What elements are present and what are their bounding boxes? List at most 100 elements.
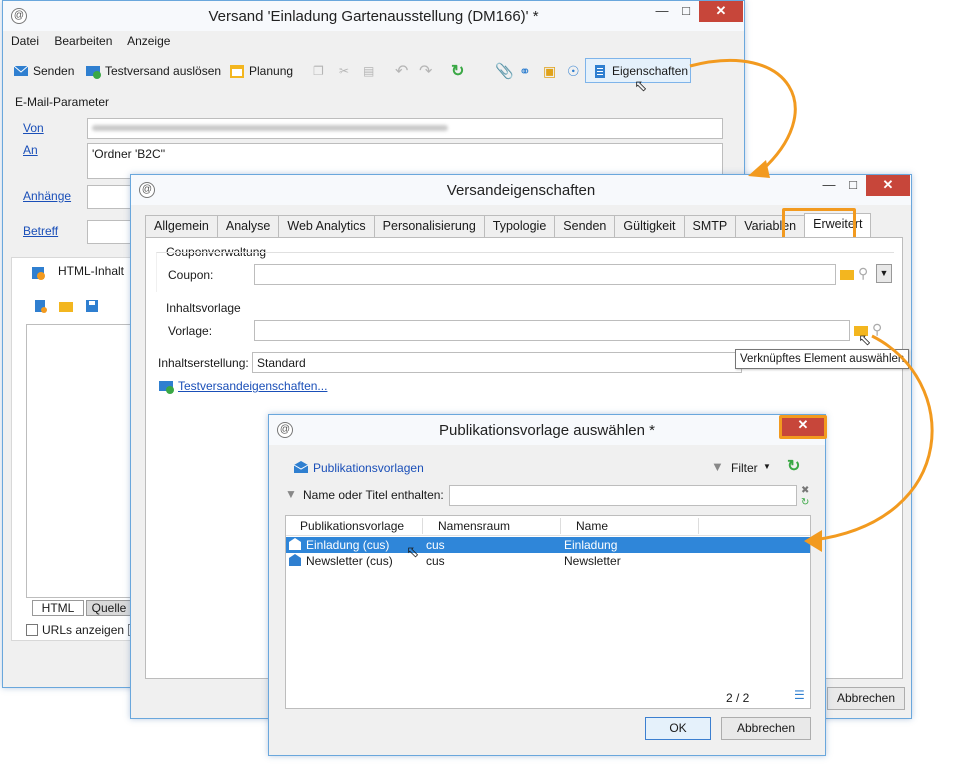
schedule-button[interactable]: Planung bbox=[229, 59, 293, 83]
refresh-icon[interactable]: ↻ bbox=[787, 456, 800, 476]
from-link[interactable]: Von bbox=[23, 121, 44, 135]
to-link[interactable]: An bbox=[23, 143, 38, 157]
tab-analysis[interactable]: Analyse bbox=[216, 215, 280, 237]
content-creation-label: Inhaltserstellung: bbox=[158, 356, 249, 370]
cursor-icon: ⬁ bbox=[406, 544, 420, 561]
refresh-icon[interactable]: ↻ bbox=[451, 59, 464, 83]
gift-icon[interactable]: ▣ bbox=[543, 59, 556, 83]
template-icon bbox=[288, 537, 302, 551]
attachments-link[interactable]: Anhänge bbox=[23, 189, 71, 203]
template-label: Vorlage: bbox=[168, 324, 213, 338]
cut-icon[interactable]: ✂ bbox=[339, 59, 349, 83]
menu-icon[interactable]: ☰ bbox=[794, 688, 805, 702]
menu-edit[interactable]: Bearbeiten bbox=[54, 34, 112, 48]
show-urls-label: URLs anzeigen bbox=[42, 623, 125, 637]
column-name[interactable]: Name bbox=[576, 519, 608, 533]
email-params-heading: E-Mail-Parameter bbox=[15, 95, 110, 109]
subject-link[interactable]: Betreff bbox=[23, 224, 58, 238]
tab-typology[interactable]: Typologie bbox=[483, 215, 556, 237]
cancel-button[interactable]: Abbrechen bbox=[827, 687, 905, 710]
row-name: Newsletter bbox=[564, 554, 621, 568]
tab-general[interactable]: Allgemein bbox=[145, 215, 218, 237]
tab-send[interactable]: Senden bbox=[554, 215, 616, 237]
clear-icon[interactable]: ✖ bbox=[801, 485, 809, 496]
tab-personalization[interactable]: Personalisierung bbox=[373, 215, 485, 237]
clipboard-icon bbox=[592, 63, 608, 79]
maximize-button[interactable]: □ bbox=[673, 1, 699, 22]
menu-file[interactable]: Datei bbox=[11, 34, 39, 48]
test-send-button[interactable]: Testversand auslösen bbox=[85, 59, 221, 83]
menu-view[interactable]: Anzeige bbox=[127, 34, 170, 48]
template-folder-icon bbox=[293, 459, 309, 475]
tracking-icon[interactable]: ☉ bbox=[567, 59, 580, 83]
redo-icon[interactable]: ↷ bbox=[419, 59, 432, 83]
window-title: Publikationsvorlage auswählen * bbox=[439, 422, 655, 439]
tab-html[interactable]: HTML bbox=[32, 600, 84, 616]
template-browser: Publikationsvorlagen ▼ Filter ▼ ↻ ▼ Name… bbox=[279, 453, 815, 713]
search-label: Name oder Titel enthalten: bbox=[303, 488, 444, 502]
copy-icon[interactable]: ❐ bbox=[313, 59, 324, 83]
table-row[interactable]: Einladung (cus) cus Einladung bbox=[286, 537, 810, 553]
template-field[interactable] bbox=[254, 320, 850, 341]
template-icon bbox=[288, 553, 302, 567]
column-namespace[interactable]: Namensraum bbox=[438, 519, 510, 533]
cursor-icon: ⬁ bbox=[858, 332, 872, 349]
filter-icon[interactable]: ▼ bbox=[711, 459, 724, 474]
search-input[interactable] bbox=[449, 485, 797, 506]
html-content-icon bbox=[30, 265, 46, 281]
search-icon[interactable]: ⚲ bbox=[858, 265, 868, 282]
window-title: Versandeigenschaften bbox=[446, 182, 596, 199]
html-content-title: HTML-Inhalt bbox=[58, 264, 125, 278]
pager: 2 / 2 bbox=[726, 691, 750, 705]
html-editor[interactable] bbox=[26, 324, 136, 598]
close-highlight bbox=[779, 415, 827, 439]
test-properties-link[interactable]: Testversandeigenschaften... bbox=[178, 379, 327, 393]
title-bar: @ Publikationsvorlage auswählen * ✕ bbox=[269, 415, 825, 445]
column-template[interactable]: Publikationsvorlage bbox=[300, 519, 404, 533]
coupon-dropdown[interactable]: ▼ bbox=[876, 264, 892, 283]
title-bar: @ Versand 'Einladung Gartenausstellung (… bbox=[3, 1, 744, 31]
content-creation-field[interactable]: Standard bbox=[252, 352, 742, 373]
maximize-button[interactable]: □ bbox=[840, 175, 866, 196]
attachment-icon[interactable]: 📎 bbox=[495, 59, 514, 83]
select-template-window: @ Publikationsvorlage auswählen * ✕ Publ… bbox=[268, 414, 827, 756]
undo-icon[interactable]: ↶ bbox=[395, 59, 408, 83]
property-tabs: Allgemein Analyse Web Analytics Personal… bbox=[145, 213, 872, 237]
filter-button[interactable]: Filter bbox=[731, 461, 758, 475]
new-icon[interactable] bbox=[32, 298, 48, 314]
window-title: Versand 'Einladung Gartenausstellung (DM… bbox=[208, 8, 539, 25]
coupon-field[interactable] bbox=[254, 264, 836, 285]
save-icon[interactable] bbox=[84, 298, 100, 314]
tab-source[interactable]: Quelle bbox=[86, 600, 132, 616]
close-button[interactable]: ✕ bbox=[699, 1, 743, 22]
row-name: Einladung bbox=[564, 538, 618, 552]
chevron-down-icon[interactable]: ▼ bbox=[763, 462, 771, 471]
template-section-title: Inhaltsvorlage bbox=[164, 301, 243, 315]
link-icon[interactable]: ⚭ bbox=[519, 59, 531, 83]
tooltip: Verknüpftes Element auswählen bbox=[735, 349, 910, 369]
folder-icon[interactable] bbox=[840, 268, 854, 280]
tab-smtp[interactable]: SMTP bbox=[683, 215, 737, 237]
from-field[interactable] bbox=[87, 118, 723, 139]
coupon-label: Coupon: bbox=[168, 268, 214, 282]
minimize-button[interactable]: — bbox=[649, 1, 675, 22]
refresh-small-icon[interactable]: ↻ bbox=[801, 497, 809, 508]
folder-name: Publikationsvorlagen bbox=[313, 461, 424, 475]
minimize-button[interactable]: — bbox=[816, 175, 842, 196]
paste-icon[interactable]: ▤ bbox=[363, 59, 374, 83]
template-list: Publikationsvorlage Namensraum Name Einl… bbox=[285, 515, 811, 709]
title-bar: @ Versandeigenschaften — □ ✕ bbox=[131, 175, 911, 205]
close-button[interactable]: ✕ bbox=[866, 175, 910, 196]
row-template: Einladung (cus) bbox=[306, 538, 390, 552]
tab-validity[interactable]: Gültigkeit bbox=[614, 215, 685, 237]
row-namespace: cus bbox=[426, 538, 445, 552]
ok-button[interactable]: OK bbox=[645, 717, 711, 740]
tab-web-analytics[interactable]: Web Analytics bbox=[278, 215, 375, 237]
send-button[interactable]: Senden bbox=[13, 59, 74, 83]
cancel-button[interactable]: Abbrechen bbox=[721, 717, 811, 740]
table-row[interactable]: Newsletter (cus) cus Newsletter bbox=[286, 553, 810, 569]
envelope-check-icon bbox=[158, 378, 174, 394]
open-folder-icon[interactable] bbox=[58, 298, 74, 314]
show-urls-checkbox[interactable] bbox=[26, 624, 38, 636]
search-icon[interactable]: ⚲ bbox=[872, 321, 882, 338]
